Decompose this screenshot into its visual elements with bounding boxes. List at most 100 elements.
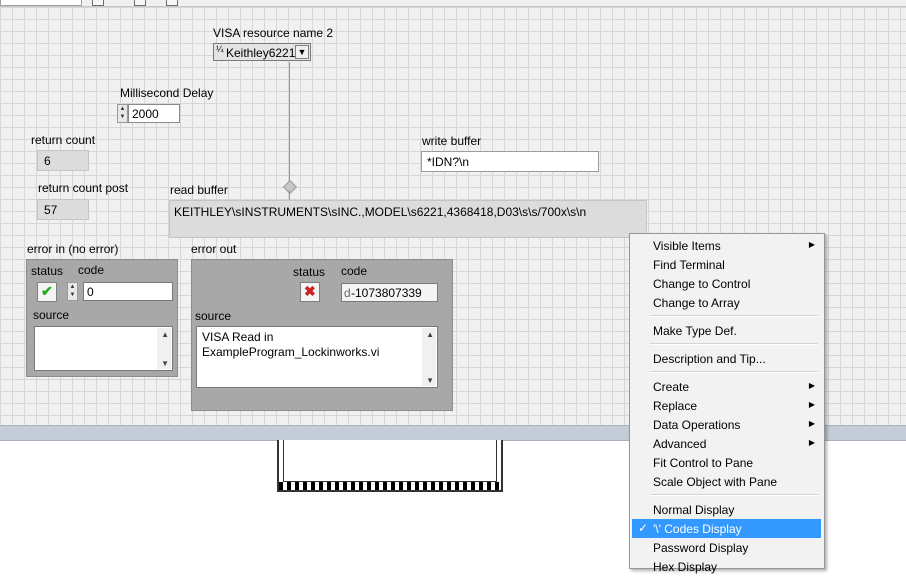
menu-item-hex-display[interactable]: Hex Display bbox=[632, 557, 821, 576]
menu-item-label: Replace bbox=[653, 399, 698, 413]
toolbar bbox=[0, 0, 906, 7]
menu-item-replace[interactable]: Replace ▶ bbox=[632, 396, 821, 415]
error-out-code-indicator: d -1073807339 bbox=[341, 283, 438, 302]
error-in-status-label: status bbox=[31, 264, 64, 278]
menu-item-label: Data Operations bbox=[653, 418, 741, 432]
error-out-label: error out bbox=[191, 242, 237, 256]
visa-resource-label: VISA resource name 2 bbox=[213, 26, 334, 40]
write-buffer-value: *IDN?\n bbox=[427, 155, 470, 169]
menu-item-label: Visible Items bbox=[653, 239, 721, 253]
submenu-arrow-icon: ▶ bbox=[808, 438, 815, 447]
menu-separator bbox=[650, 371, 818, 373]
unit-icon: d bbox=[344, 286, 351, 300]
delay-label: Millisecond Delay bbox=[120, 86, 214, 100]
context-menu: Visible Items ▶ Find Terminal Change to … bbox=[629, 233, 825, 574]
error-out-status-indicator: ✖ bbox=[300, 282, 320, 302]
toolbar-tool-icon[interactable] bbox=[134, 0, 146, 6]
menu-item-make-type-def[interactable]: Make Type Def. bbox=[632, 321, 821, 340]
menu-item-label: Advanced bbox=[653, 437, 707, 451]
loop-frame-inner bbox=[283, 440, 497, 482]
menu-item-label: Scale Object with Pane bbox=[653, 475, 778, 489]
menu-item-change-to-control[interactable]: Change to Control bbox=[632, 274, 821, 293]
toolbar-field[interactable] bbox=[0, 0, 82, 6]
menu-separator bbox=[650, 494, 818, 496]
visa-resource-icon: ¼ bbox=[216, 44, 224, 54]
block-diagram-loop-frame bbox=[277, 440, 503, 492]
error-out-cluster: status code ✖ d -1073807339 source VISA … bbox=[191, 259, 453, 411]
read-buffer-label: read buffer bbox=[170, 183, 228, 197]
error-in-code-input[interactable]: 0 bbox=[83, 282, 173, 301]
menu-item-codes-display[interactable]: ✓ '\' Codes Display bbox=[632, 519, 821, 538]
error-out-status-label: status bbox=[293, 265, 326, 279]
return-count-label: return count bbox=[31, 133, 96, 147]
scroll-down-icon[interactable]: ▼ bbox=[426, 376, 434, 385]
return-count-post-value: 57 bbox=[44, 203, 58, 217]
menu-item-description-and-tip[interactable]: Description and Tip... bbox=[632, 349, 821, 368]
error-out-source-label: source bbox=[195, 309, 232, 323]
menu-item-label: Change to Array bbox=[653, 296, 740, 310]
return-count-indicator: 6 bbox=[37, 150, 89, 171]
menu-item-find-terminal[interactable]: Find Terminal bbox=[632, 255, 821, 274]
delay-value: 2000 bbox=[132, 107, 159, 121]
menu-item-label: Make Type Def. bbox=[653, 324, 737, 338]
submenu-arrow-icon: ▶ bbox=[808, 240, 815, 249]
menu-separator bbox=[650, 343, 818, 345]
menu-item-label: Create bbox=[653, 380, 690, 394]
error-in-source-input[interactable]: ▲ ▼ bbox=[34, 326, 173, 371]
menu-item-change-to-array[interactable]: Change to Array bbox=[632, 293, 821, 312]
write-buffer-label: write buffer bbox=[422, 134, 482, 148]
delay-input[interactable]: 2000 bbox=[128, 104, 180, 123]
menu-separator bbox=[650, 315, 818, 317]
wire bbox=[289, 62, 290, 182]
menu-item-password-display[interactable]: Password Display bbox=[632, 538, 821, 557]
visa-resource-value: Keithley6221 bbox=[226, 46, 296, 60]
return-count-post-indicator: 57 bbox=[37, 199, 89, 220]
x-mark-icon: ✖ bbox=[304, 283, 316, 299]
error-in-label: error in (no error) bbox=[27, 242, 119, 256]
error-out-source-value: VISA Read in ExampleProgram_Lockinworks.… bbox=[202, 330, 380, 359]
menu-item-label: '\' Codes Display bbox=[653, 522, 742, 536]
submenu-arrow-icon: ▶ bbox=[808, 419, 815, 428]
menu-item-label: Normal Display bbox=[653, 503, 735, 517]
menu-item-label: Find Terminal bbox=[653, 258, 725, 272]
error-out-source-indicator: VISA Read in ExampleProgram_Lockinworks.… bbox=[196, 326, 438, 388]
read-buffer-indicator: KEITHLEY\sINSTRUMENTS\sINC.,MODEL\s6221,… bbox=[169, 200, 647, 238]
menu-item-label: Description and Tip... bbox=[653, 352, 766, 366]
menu-item-advanced[interactable]: Advanced ▶ bbox=[632, 434, 821, 453]
check-icon: ✔ bbox=[41, 283, 53, 299]
toolbar-tool-icon[interactable] bbox=[92, 0, 104, 6]
error-in-code-label: code bbox=[78, 263, 105, 277]
delay-increment-icon[interactable]: ▲ ▼ bbox=[117, 104, 128, 123]
scroll-down-icon[interactable]: ▼ bbox=[161, 359, 169, 368]
menu-item-visible-items[interactable]: Visible Items ▶ bbox=[632, 236, 821, 255]
submenu-arrow-icon: ▶ bbox=[808, 400, 815, 409]
menu-item-data-operations[interactable]: Data Operations ▶ bbox=[632, 415, 821, 434]
write-buffer-input[interactable]: *IDN?\n bbox=[421, 151, 599, 172]
scroll-up-icon[interactable]: ▲ bbox=[161, 330, 169, 339]
toolbar-tool-icon[interactable] bbox=[166, 0, 178, 6]
chevron-down-icon[interactable]: ▼ bbox=[295, 45, 309, 59]
menu-item-label: Hex Display bbox=[653, 560, 718, 574]
menu-item-label: Fit Control to Pane bbox=[653, 456, 754, 470]
menu-item-normal-display[interactable]: Normal Display bbox=[632, 500, 821, 519]
error-in-code-increment-icon[interactable]: ▲ ▼ bbox=[67, 282, 78, 301]
return-count-post-label: return count post bbox=[38, 181, 129, 195]
menu-item-label: Password Display bbox=[653, 541, 749, 555]
loop-frame-border bbox=[279, 482, 501, 490]
visa-resource-control[interactable]: ¼ Keithley6221 ▼ bbox=[213, 43, 311, 61]
error-in-status-checkbox[interactable]: ✔ bbox=[37, 282, 57, 302]
menu-item-label: Change to Control bbox=[653, 277, 751, 291]
menu-item-fit-control-to-pane[interactable]: Fit Control to Pane bbox=[632, 453, 821, 472]
scroll-up-icon[interactable]: ▲ bbox=[426, 330, 434, 339]
error-in-cluster: status code ✔ ▲ ▼ 0 source ▲ ▼ bbox=[26, 259, 178, 377]
check-icon: ✓ bbox=[638, 521, 649, 535]
menu-item-scale-object-with-pane[interactable]: Scale Object with Pane bbox=[632, 472, 821, 491]
return-count-value: 6 bbox=[44, 154, 51, 168]
submenu-arrow-icon: ▶ bbox=[808, 381, 815, 390]
read-buffer-value: KEITHLEY\sINSTRUMENTS\sINC.,MODEL\s6221,… bbox=[174, 205, 587, 219]
error-out-code-value: -1073807339 bbox=[351, 286, 422, 300]
error-out-code-label: code bbox=[341, 264, 368, 278]
menu-item-create[interactable]: Create ▶ bbox=[632, 377, 821, 396]
error-in-source-label: source bbox=[33, 308, 70, 322]
error-in-code-value: 0 bbox=[87, 285, 94, 299]
